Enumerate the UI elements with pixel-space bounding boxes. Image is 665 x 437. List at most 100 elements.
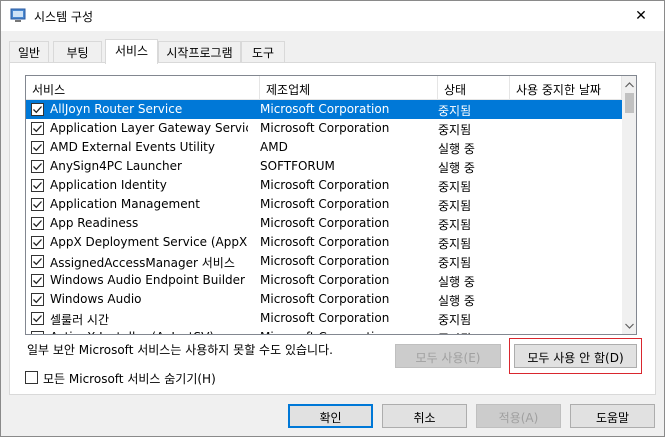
disable-all-button[interactable]: 모두 사용 안 함(D) [514,344,637,368]
checkmark-icon [33,125,42,133]
service-name-cell: ActiveX Installer (AxInstSV) [48,330,248,334]
service-row[interactable]: 셀룰러 시간 Microsoft Corporation 중지됨 [26,309,622,328]
hide-checkbox-box[interactable] [25,371,38,384]
service-manufacturer-cell: Microsoft Corporation [260,292,390,306]
service-status-cell: 실행 중 [438,161,475,175]
tab-tools[interactable]: 도구 [241,41,285,62]
service-name-cell: AllJoyn Router Service [50,102,183,116]
service-status-cell: 중지됨 [438,237,472,251]
service-name-cell: Application Layer Gateway Service [50,121,248,135]
checkmark-icon [33,182,42,190]
service-manufacturer-cell: AMD [260,140,288,154]
service-row[interactable]: Application Layer Gateway Service Microso… [26,119,622,138]
service-checkbox[interactable] [31,293,44,306]
service-manufacturer-cell: Microsoft Corporation [260,311,390,325]
column-header-date-disabled[interactable]: 사용 중지한 날짜 [510,76,622,100]
checkmark-icon [33,106,42,114]
scroll-up-button[interactable] [622,76,636,93]
vertical-scrollbar[interactable] [622,76,636,334]
service-row[interactable]: App Readiness Microsoft Corporation 중지됨 [26,214,622,233]
service-row[interactable]: Windows Audio Endpoint Builder Microsoft … [26,271,622,290]
service-status-cell: 실행 중 [438,142,475,156]
service-checkbox[interactable] [31,331,44,334]
checkmark-icon [33,277,42,285]
service-checkbox[interactable] [31,312,44,325]
tab-services[interactable]: 서비스 [105,39,158,64]
service-checkbox[interactable] [31,160,44,173]
service-name-cell: AMD External Events Utility [50,140,215,154]
service-status-cell: 중지됨 [438,180,472,194]
service-row[interactable]: AssignedAccessManager 서비스 Microsoft Corpo… [26,252,622,271]
chevron-down-icon [625,323,634,329]
services-list[interactable]: 서비스 제조업체 상태 사용 중지한 날짜 AllJoyn Router Ser… [25,75,637,335]
service-checkbox[interactable] [31,274,44,287]
service-checkbox[interactable] [31,179,44,192]
service-row[interactable]: Application Management Microsoft Corporat… [26,195,622,214]
security-notice: 일부 보안 Microsoft 서비스는 사용하지 못할 수도 있습니다. [27,343,333,357]
service-row[interactable]: AppX Deployment Service (AppXSV... Micros… [26,233,622,252]
service-checkbox[interactable] [31,217,44,230]
service-checkbox[interactable] [31,236,44,249]
service-checkbox[interactable] [31,198,44,211]
scroll-thumb[interactable] [625,93,634,113]
service-name-cell: Application Identity [50,178,167,192]
service-name-cell: App Readiness [50,216,139,230]
apply-button[interactable]: 적용(A) [476,404,561,428]
hide-checkbox-label: 모든 Microsoft 서비스 숨기기(H) [43,372,216,386]
service-manufacturer-cell: Microsoft Corporation [260,121,390,135]
service-name-cell: AppX Deployment Service (AppXSV... [50,235,248,249]
checkmark-icon [33,296,42,304]
column-header-status[interactable]: 상태 [438,76,510,100]
service-name-cell: AnySign4PC Launcher [50,159,182,173]
enable-all-button[interactable]: 모두 사용(E) [395,344,501,368]
tab-general[interactable]: 일반 [9,41,49,62]
service-row[interactable]: AnySign4PC Launcher SOFTFORUM 실행 중 [26,157,622,176]
service-status-cell: 실행 중 [438,294,475,308]
service-status-cell: 중지됨 [438,123,472,137]
tab-startup[interactable]: 시작프로그램 [158,41,241,62]
service-manufacturer-cell: Microsoft Corporation [260,216,390,230]
tab-boot[interactable]: 부팅 [53,41,102,62]
ok-button[interactable]: 확인 [288,404,373,428]
service-manufacturer-cell: SOFTFORUM [260,159,335,173]
service-row[interactable]: ActiveX Installer (AxInstSV) Microsoft Co… [26,328,622,334]
column-header-manufacturer[interactable]: 제조업체 [260,76,438,100]
list-header: 서비스 제조업체 상태 사용 중지한 날짜 [26,76,622,100]
service-checkbox[interactable] [31,103,44,116]
service-row[interactable]: Application Identity Microsoft Corporatio… [26,176,622,195]
service-status-cell: 중지됨 [438,313,472,327]
service-status-cell: 중지됨 [438,104,472,118]
system-configuration-window: 시스템 구성 ✕ 일반 부팅 서비스 시작프로그램 도구 서비스 제조업체 상태… [0,0,665,437]
title-bar[interactable]: 시스템 구성 ✕ [1,1,664,31]
service-name-cell: 셀룰러 시간 [50,313,110,327]
help-button[interactable]: 도움말 [570,404,655,428]
service-manufacturer-cell: Microsoft Corporation [260,254,390,268]
service-checkbox[interactable] [31,122,44,135]
checkmark-icon [33,220,42,228]
checkmark-icon [33,163,42,171]
msconfig-app-icon [10,8,26,23]
cancel-button[interactable]: 취소 [382,404,467,428]
service-status-cell: 중지됨 [438,256,472,270]
scroll-down-button[interactable] [622,317,636,334]
checkmark-icon [33,258,42,266]
service-checkbox[interactable] [31,141,44,154]
service-manufacturer-cell: Microsoft Corporation [260,235,390,249]
checkmark-icon [33,315,42,323]
column-header-service[interactable]: 서비스 [26,76,260,100]
service-manufacturer-cell: Microsoft Corporation [260,273,390,287]
services-panel: 서비스 제조업체 상태 사용 중지한 날짜 AllJoyn Router Ser… [9,62,656,395]
service-row[interactable]: AMD External Events Utility AMD 실행 중 [26,138,622,157]
service-name-cell: AssignedAccessManager 서비스 [50,256,235,270]
service-manufacturer-cell: Microsoft Corporation [260,178,390,192]
checkmark-icon [33,144,42,152]
service-status-cell: 중지됨 [438,330,503,334]
service-row[interactable]: Windows Audio Microsoft Corporation 실행 중 [26,290,622,309]
close-button[interactable]: ✕ [618,1,664,31]
service-checkbox[interactable] [31,255,44,268]
service-row[interactable]: AllJoyn Router Service Microsoft Corporat… [26,100,622,119]
chevron-up-icon [625,81,634,87]
service-name-cell: Windows Audio Endpoint Builder [50,273,245,287]
service-status-cell: 실행 중 [438,275,475,289]
checkmark-icon [33,201,42,209]
